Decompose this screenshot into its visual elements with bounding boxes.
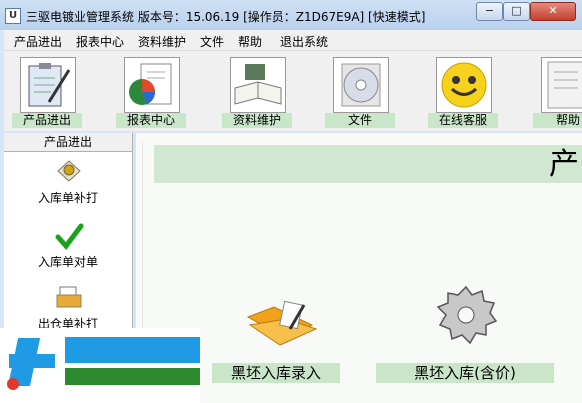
gear-chip-icon bbox=[54, 157, 84, 187]
clipboard-pen-icon bbox=[20, 57, 76, 113]
main-item-label: 黑坯入库(含价) bbox=[376, 363, 554, 383]
main-item-label: 黑坯入库录入 bbox=[212, 363, 340, 383]
help-document-icon bbox=[541, 57, 582, 113]
tool-label: 帮助 bbox=[533, 113, 582, 128]
main-item-black-blank-inbound-priced[interactable]: 黑坯入库(含价) bbox=[376, 283, 554, 385]
menu-item-file[interactable]: 文件 bbox=[200, 33, 224, 50]
tool-label: 产品进出 bbox=[12, 113, 82, 128]
watermark-green-bar bbox=[65, 368, 200, 385]
tool-label: 在线客服 bbox=[428, 113, 498, 128]
tool-reports[interactable]: 报表中心 bbox=[116, 57, 186, 129]
tool-online-support[interactable]: 在线客服 bbox=[428, 57, 498, 129]
menu-item-exit[interactable]: 退出系统 bbox=[280, 33, 328, 50]
menu-bar: 产品进出 报表中心 资料维护 文件 帮助 退出系统 bbox=[4, 30, 582, 50]
folder-pen-icon bbox=[240, 295, 320, 355]
gear-icon bbox=[434, 283, 498, 347]
cd-disc-icon bbox=[333, 57, 389, 113]
left-item-reprint-inbound[interactable]: 入库单补打 bbox=[4, 157, 132, 217]
left-item-label: 入库单补打 bbox=[37, 191, 98, 205]
left-panel-header: 产品进出 bbox=[4, 133, 132, 152]
tool-help[interactable]: 帮助 bbox=[533, 57, 582, 129]
title-bar[interactable]: U 三驱电镀业管理系统 版本号：15.06.19 [操作员：Z1D67E9A] … bbox=[0, 0, 582, 30]
minimize-button[interactable]: − bbox=[476, 2, 503, 21]
main-area: 产 黑坯入库录入 黑坯入库(含价) bbox=[136, 133, 582, 403]
banner-title: 产 bbox=[549, 147, 579, 182]
watermark-logo-icon bbox=[5, 334, 61, 394]
tool-product-io[interactable]: 产品进出 bbox=[12, 57, 82, 129]
tool-file[interactable]: 文件 bbox=[325, 57, 395, 129]
maximize-button[interactable]: □ bbox=[503, 2, 530, 21]
smiley-face-icon bbox=[436, 57, 492, 113]
open-book-icon bbox=[230, 57, 286, 113]
menu-item-data-maintenance[interactable]: 资料维护 bbox=[138, 33, 186, 50]
main-banner: 产 bbox=[154, 145, 582, 183]
close-button[interactable]: ✕ bbox=[530, 2, 576, 21]
checkmark-icon bbox=[54, 221, 84, 251]
menu-item-product-io[interactable]: 产品进出 bbox=[14, 33, 62, 50]
left-item-check-inbound[interactable]: 入库单对单 bbox=[4, 221, 132, 281]
tool-label: 报表中心 bbox=[116, 113, 186, 128]
left-item-label: 入库单对单 bbox=[37, 255, 98, 269]
menu-item-reports[interactable]: 报表中心 bbox=[76, 33, 124, 50]
tool-label: 资料维护 bbox=[222, 113, 292, 128]
tool-data-maintenance[interactable]: 资料维护 bbox=[222, 57, 292, 129]
app-icon: U bbox=[5, 8, 21, 24]
toolbar: 产品进出 报表中心 资料维护 文件 在线客服 帮助 bbox=[4, 50, 582, 131]
pie-chart-report-icon bbox=[124, 57, 180, 113]
main-item-black-blank-inbound[interactable]: 黑坯入库录入 bbox=[212, 295, 340, 385]
tool-label: 文件 bbox=[325, 113, 395, 128]
menu-item-help[interactable]: 帮助 bbox=[238, 33, 262, 50]
printer-icon bbox=[54, 283, 84, 313]
watermark-blue-bar bbox=[65, 337, 200, 363]
window-title: 三驱电镀业管理系统 版本号：15.06.19 [操作员：Z1D67E9A] [快… bbox=[26, 10, 426, 24]
